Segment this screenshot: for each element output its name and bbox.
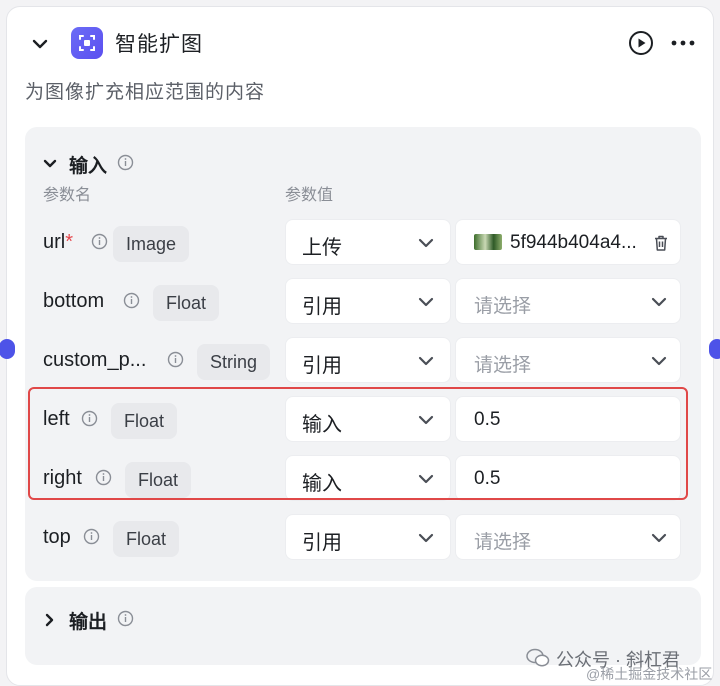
param-info-icon[interactable] (83, 528, 100, 545)
param-info-icon[interactable] (167, 351, 184, 368)
reference-select[interactable]: 请选择 (455, 278, 681, 324)
delete-icon[interactable] (652, 234, 670, 252)
watermark-subtext: @稀土掘金技术社区 (586, 666, 713, 682)
chevron-down-icon (418, 238, 434, 248)
param-info-icon[interactable] (91, 233, 108, 250)
required-mark: * (65, 231, 74, 253)
input-port-handle[interactable] (0, 339, 15, 359)
mode-select[interactable]: 上传 (285, 219, 451, 265)
chevron-down-icon (418, 297, 434, 307)
param-name-header: 参数名 (43, 187, 92, 204)
expand-image-icon (71, 27, 103, 59)
info-icon[interactable] (117, 610, 134, 627)
output-port-handle[interactable] (709, 339, 720, 359)
param-row-custom: custom_p... String 引用 请选择 (25, 337, 701, 387)
file-value[interactable]: 5f944b404a4... (455, 219, 681, 265)
param-row-bottom: bottom Float 引用 请选择 (25, 278, 701, 328)
wechat-icon (526, 648, 550, 667)
reference-select[interactable]: 请选择 (455, 337, 681, 383)
type-tag: String (197, 344, 271, 380)
type-tag: Float (113, 521, 180, 557)
chevron-down-icon (418, 533, 434, 543)
image-thumbnail (474, 234, 502, 250)
node-card: 智能扩图 为图像扩充相应范围的内容 输入 参数名 参数值 url* Image … (0, 6, 720, 686)
input-section-title: 输入 (69, 156, 108, 177)
chevron-down-icon (651, 297, 667, 307)
param-name: custom_p... (43, 349, 147, 371)
chevron-down-icon (651, 356, 667, 366)
output-section-title: 输出 (69, 612, 108, 633)
type-tag: Float (153, 285, 220, 321)
collapse-chevron-icon[interactable] (29, 33, 51, 55)
input-section: 输入 参数名 参数值 url* Image 上传 5f944b404a4... … (25, 127, 701, 581)
param-value-header: 参数值 (285, 187, 334, 204)
param-name: top (43, 526, 71, 548)
input-collapse-chevron-icon[interactable] (41, 155, 59, 173)
mode-select[interactable]: 引用 (285, 514, 451, 560)
file-name: 5f944b404a4... (510, 232, 637, 253)
param-row-url: url* Image 上传 5f944b404a4... (25, 219, 701, 269)
reference-select[interactable]: 请选择 (455, 514, 681, 560)
param-info-icon[interactable] (123, 292, 140, 309)
run-icon[interactable] (627, 29, 655, 57)
param-name: bottom (43, 290, 105, 312)
type-tag: Image (113, 226, 190, 262)
param-row-top: top Float 引用 请选择 (25, 514, 701, 564)
node-title: 智能扩图 (115, 33, 203, 56)
param-name: url* (43, 231, 74, 253)
mode-select[interactable]: 引用 (285, 337, 451, 383)
highlight-box (28, 387, 688, 500)
node-description: 为图像扩充相应范围的内容 (25, 82, 266, 103)
more-options-icon[interactable] (669, 33, 697, 53)
info-icon[interactable] (117, 154, 134, 171)
chevron-down-icon (418, 356, 434, 366)
chevron-down-icon (651, 533, 667, 543)
output-expand-chevron-icon[interactable] (41, 611, 59, 629)
mode-select[interactable]: 引用 (285, 278, 451, 324)
